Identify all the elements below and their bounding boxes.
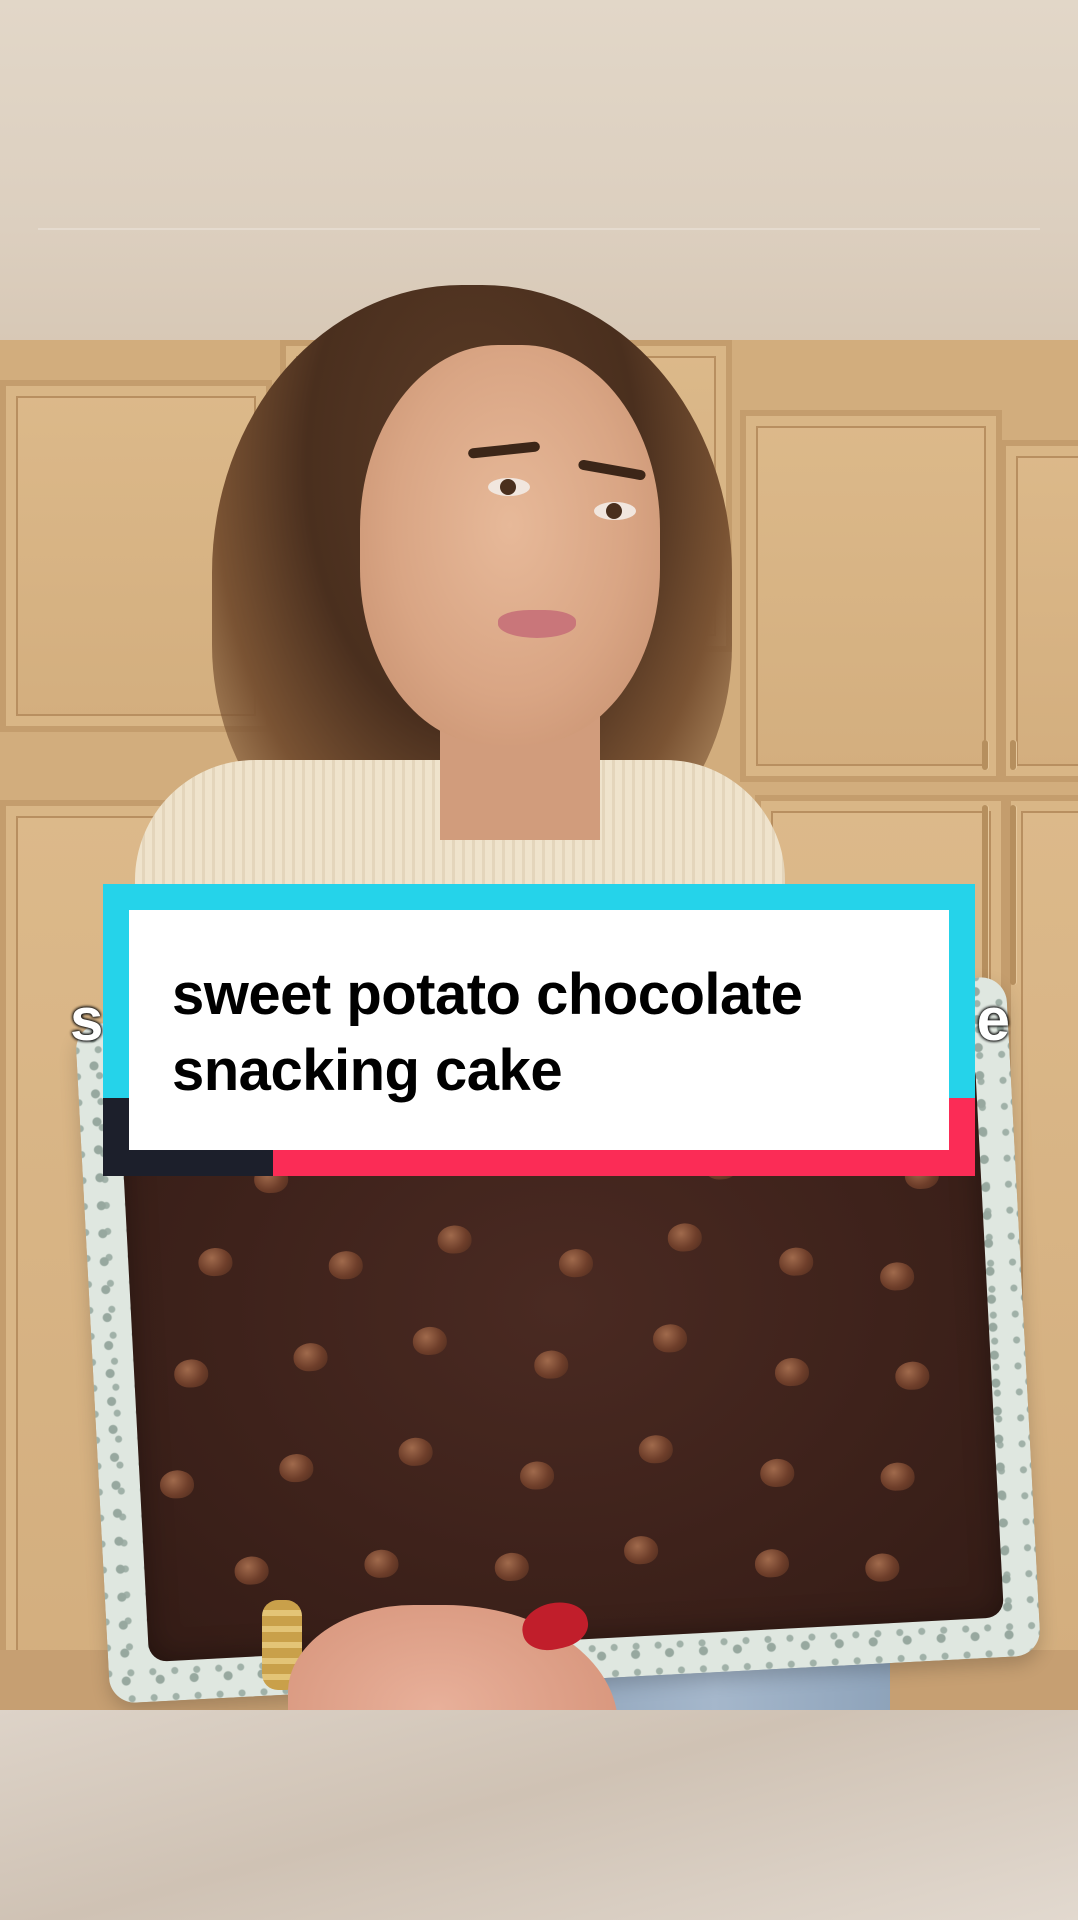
face — [360, 345, 660, 745]
chocolate-chip-icon — [894, 1360, 931, 1391]
chocolate-chip-icon — [558, 1248, 594, 1279]
chocolate-chip-icon — [197, 1247, 234, 1277]
chocolate-chip-icon — [412, 1326, 448, 1356]
caption-cyan-left — [103, 884, 129, 1098]
marble-counter — [0, 1710, 1078, 1920]
ghost-caption-left: s — [70, 986, 104, 1053]
chocolate-chip-icon — [879, 1261, 915, 1292]
chocolate-chip-icon — [278, 1453, 315, 1483]
cabinet-handle — [982, 740, 988, 770]
chocolate-chip-icon — [363, 1548, 400, 1579]
caption-line-1: sweet potato chocolate — [172, 962, 803, 1027]
chocolate-chip-icon — [667, 1222, 703, 1253]
video-caption: sweet potato chocolate snacking cake — [172, 957, 952, 1109]
chocolate-chip-icon — [494, 1552, 530, 1582]
chocolate-chip-icon — [233, 1555, 270, 1586]
chocolate-chip-icon — [774, 1357, 810, 1387]
ceiling-soffit — [38, 228, 1040, 240]
cabinet-handle — [1010, 740, 1016, 770]
chocolate-chip-icon — [754, 1548, 790, 1579]
chocolate-chip-icon — [328, 1250, 364, 1281]
video-frame: s e sweet potato chocolate snacking cake — [0, 0, 1078, 1920]
chocolate-chip-icon — [519, 1460, 555, 1491]
caption-red-bottom — [273, 1150, 975, 1176]
caption-cyan-right — [949, 884, 975, 1098]
chocolate-chip-icon — [436, 1224, 473, 1255]
cabinet-door — [1000, 440, 1078, 782]
caption-red-right — [949, 1098, 975, 1176]
caption-cyan-top — [103, 884, 975, 910]
ghost-caption-right: e — [976, 986, 1010, 1053]
chocolate-chip-icon — [778, 1246, 814, 1277]
chocolate-chip-icon — [879, 1461, 916, 1492]
cabinet-handle — [1010, 805, 1016, 985]
lips — [498, 610, 576, 638]
cabinet-handle — [982, 805, 988, 985]
chocolate-chip-icon — [623, 1535, 659, 1565]
chocolate-chip-icon — [759, 1458, 795, 1488]
chocolate-chip-icon — [173, 1358, 209, 1389]
chocolate-chip-icon — [638, 1434, 674, 1465]
right-eye — [594, 502, 636, 520]
chocolate-chip-icon — [397, 1436, 434, 1467]
caption-line-2: snacking cake — [172, 1038, 563, 1103]
chocolate-chip-icon — [292, 1342, 329, 1373]
chocolate-chip-icon — [533, 1349, 569, 1380]
left-eye — [488, 478, 530, 496]
cabinet-door — [740, 410, 1002, 782]
chocolate-chip-icon — [652, 1323, 688, 1354]
chocolate-chip-icon — [864, 1552, 901, 1583]
chocolate-chip-icon — [159, 1469, 195, 1500]
